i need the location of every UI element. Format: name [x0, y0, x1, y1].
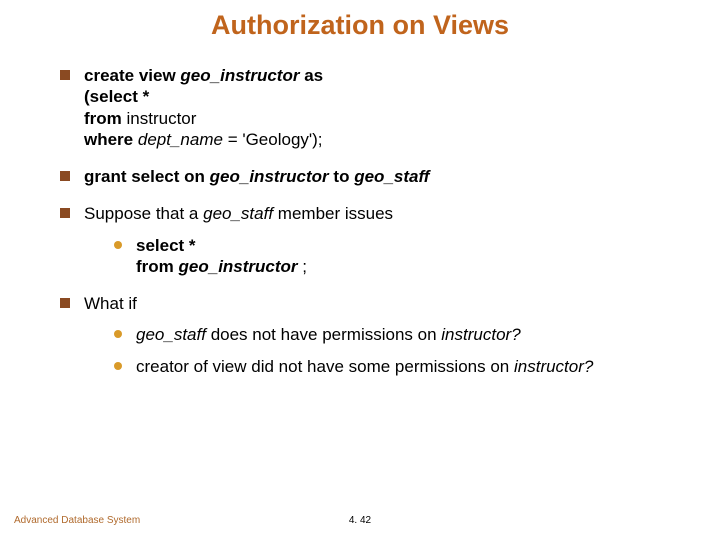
text: dept_name — [138, 130, 223, 149]
square-bullet-icon — [60, 171, 70, 181]
bullet-body: grant select on geo_instructor to geo_st… — [84, 166, 680, 187]
text: geo_staff — [354, 167, 429, 186]
text: from — [136, 257, 174, 276]
sub-bullet-body: select * from geo_instructor ; — [136, 235, 680, 278]
text: geo_instructor — [210, 167, 329, 186]
bullet-body: What if geo_staff does not have permissi… — [84, 293, 680, 377]
sub-bullet-body: geo_staff does not have permissions on i… — [136, 324, 680, 345]
text: to — [333, 167, 349, 186]
text: (select * — [84, 87, 149, 106]
text: creator of view did not have some permis… — [136, 357, 509, 376]
dot-bullet-icon — [114, 330, 122, 338]
text: geo_instructor — [179, 257, 298, 276]
sub-bullet-geostaff-perm: geo_staff does not have permissions on i… — [114, 324, 680, 345]
text: geo_staff — [203, 204, 273, 223]
text: What if — [84, 294, 137, 313]
slide-title: Authorization on Views — [0, 0, 720, 49]
text: grant select on — [84, 167, 205, 186]
text: select * — [136, 236, 196, 255]
bullet-body: create view geo_instructor as (select * … — [84, 65, 680, 150]
text: instructor — [127, 109, 197, 128]
sub-bullet-creator-perm: creator of view did not have some permis… — [114, 356, 680, 377]
text: as — [304, 66, 323, 85]
text: from — [84, 109, 122, 128]
dot-bullet-icon — [114, 241, 122, 249]
text: = 'Geology'); — [228, 130, 323, 149]
square-bullet-icon — [60, 70, 70, 80]
content-area: create view geo_instructor as (select * … — [0, 65, 720, 377]
text: Suppose that a — [84, 204, 198, 223]
text: ; — [302, 257, 307, 276]
dot-bullet-icon — [114, 362, 122, 370]
text: create view — [84, 66, 176, 85]
bullet-grant: grant select on geo_instructor to geo_st… — [60, 166, 680, 187]
text: instructor? — [441, 325, 520, 344]
bullet-suppose: Suppose that a geo_staff member issues s… — [60, 203, 680, 277]
square-bullet-icon — [60, 208, 70, 218]
text: does not have permissions on — [211, 325, 437, 344]
bullet-create-view: create view geo_instructor as (select * … — [60, 65, 680, 150]
sub-bullet-body: creator of view did not have some permis… — [136, 356, 680, 377]
bullet-whatif: What if geo_staff does not have permissi… — [60, 293, 680, 377]
text: where — [84, 130, 133, 149]
text: geo_staff — [136, 325, 206, 344]
text: geo_instructor — [180, 66, 299, 85]
square-bullet-icon — [60, 298, 70, 308]
bullet-body: Suppose that a geo_staff member issues s… — [84, 203, 680, 277]
text: instructor? — [514, 357, 593, 376]
footer-page-number: 4. 42 — [0, 515, 720, 526]
sub-bullet-select: select * from geo_instructor ; — [114, 235, 680, 278]
text: member issues — [278, 204, 393, 223]
slide: Authorization on Views create view geo_i… — [0, 0, 720, 540]
